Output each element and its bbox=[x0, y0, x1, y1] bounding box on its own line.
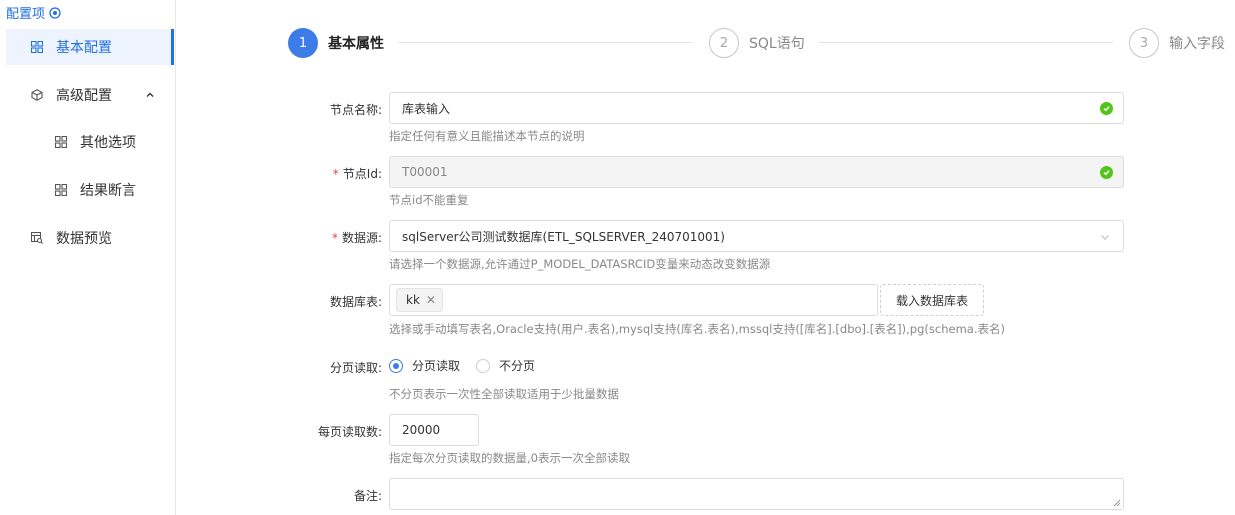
radio-label: 分页读取 bbox=[412, 359, 461, 373]
page-size-input[interactable]: 20000 bbox=[389, 414, 479, 446]
db-table-hint: 选择或手动填写表名,Oracle支持(用户.表名),mysql支持(库名.表名)… bbox=[389, 322, 1005, 336]
sidebar-item-label: 结果断言 bbox=[80, 183, 136, 199]
node-id-label: * 节点Id: bbox=[332, 167, 382, 181]
sidebar-item-label: 高级配置 bbox=[56, 88, 112, 104]
node-id-value: T00001 bbox=[402, 165, 448, 179]
check-icon bbox=[1100, 166, 1113, 179]
sidebar: 配置项 基本配置 高级配置 其他选项 结果断言 数据预览 bbox=[0, 0, 176, 515]
db-table-input[interactable]: kk ✕ bbox=[389, 284, 878, 316]
sidebar-item-other-options[interactable]: 其他选项 bbox=[6, 124, 174, 160]
load-tables-button[interactable]: 载入数据库表 bbox=[880, 284, 984, 316]
step-number: 3 bbox=[1129, 28, 1159, 58]
step-sql-statement[interactable]: 2 SQL语句 bbox=[709, 28, 805, 58]
table-tag-label: kk bbox=[406, 293, 420, 307]
sidebar-item-label: 数据预览 bbox=[56, 231, 112, 247]
grid-icon bbox=[54, 135, 68, 149]
check-icon bbox=[1100, 102, 1113, 115]
step-number: 1 bbox=[288, 28, 318, 58]
paging-label: 分页读取: bbox=[329, 361, 382, 375]
datasource-select[interactable]: sqlServer公司测试数据库(ETL_SQLSERVER_240701001… bbox=[389, 220, 1124, 252]
node-name-input[interactable]: 库表输入 bbox=[389, 92, 1124, 124]
chevron-down-icon bbox=[1101, 235, 1109, 240]
target-icon[interactable] bbox=[49, 6, 61, 19]
remark-label: 备注: bbox=[353, 489, 382, 503]
sidebar-title-label: 配置项 bbox=[6, 7, 46, 22]
grid-icon bbox=[54, 183, 68, 197]
table-search-icon bbox=[30, 231, 44, 245]
datasource-label: * 数据源: bbox=[331, 231, 382, 245]
sidebar-title: 配置项 bbox=[6, 3, 61, 22]
sidebar-item-basic-config[interactable]: 基本配置 bbox=[6, 29, 174, 65]
datasource-hint: 请选择一个数据源,允许通过P_MODEL_DATASRCID变量来动态改变数据源 bbox=[389, 257, 771, 271]
resize-handle-icon[interactable] bbox=[1113, 499, 1121, 507]
datasource-value: sqlServer公司测试数据库(ETL_SQLSERVER_240701001… bbox=[402, 229, 725, 244]
step-divider bbox=[398, 42, 692, 43]
sidebar-item-result-assert[interactable]: 结果断言 bbox=[6, 172, 174, 208]
radio-checked-icon bbox=[389, 358, 403, 373]
sidebar-item-label: 基本配置 bbox=[56, 40, 112, 56]
paging-radio-group: 分页读取 不分页 bbox=[389, 357, 551, 374]
chevron-up-icon[interactable] bbox=[144, 89, 156, 101]
sidebar-item-label: 其他选项 bbox=[80, 135, 136, 151]
stepper: 1 基本属性 2 SQL语句 3 输入字段 bbox=[288, 28, 1228, 60]
sidebar-item-advanced-config[interactable]: 高级配置 bbox=[6, 77, 174, 113]
page-size-value: 20000 bbox=[402, 423, 441, 437]
page-size-hint: 指定每次分页读取的数据量,0表示一次全部读取 bbox=[389, 451, 630, 465]
node-id-hint: 节点id不能重复 bbox=[389, 193, 469, 207]
node-id-input[interactable]: T00001 bbox=[389, 156, 1124, 188]
step-label: 输入字段 bbox=[1169, 36, 1225, 52]
step-input-fields[interactable]: 3 输入字段 bbox=[1129, 28, 1225, 58]
node-name-label: 节点名称: bbox=[329, 103, 382, 117]
required-mark: * bbox=[331, 231, 338, 245]
step-label: 基本属性 bbox=[328, 36, 384, 52]
close-icon[interactable]: ✕ bbox=[426, 293, 436, 307]
paging-off-radio[interactable]: 不分页 bbox=[476, 357, 535, 374]
radio-label: 不分页 bbox=[499, 359, 536, 373]
sidebar-item-data-preview[interactable]: 数据预览 bbox=[6, 220, 174, 256]
page-size-label: 每页读取数: bbox=[317, 425, 382, 439]
radio-unchecked-icon bbox=[476, 358, 491, 373]
node-name-hint: 指定任何有意义且能描述本节点的说明 bbox=[389, 129, 585, 143]
step-number: 2 bbox=[709, 28, 739, 58]
step-divider bbox=[819, 42, 1113, 43]
paging-on-radio[interactable]: 分页读取 bbox=[389, 357, 460, 374]
node-name-value: 库表输入 bbox=[402, 101, 451, 116]
step-label: SQL语句 bbox=[749, 36, 805, 52]
grid-icon bbox=[30, 40, 44, 54]
db-table-label: 数据库表: bbox=[329, 295, 382, 309]
paging-hint: 不分页表示一次性全部读取适用于少批量数据 bbox=[389, 387, 619, 401]
cube-icon bbox=[30, 88, 44, 102]
remark-textarea[interactable] bbox=[389, 478, 1124, 510]
required-mark: * bbox=[332, 167, 339, 181]
table-tag: kk ✕ bbox=[396, 288, 443, 312]
step-basic-properties[interactable]: 1 基本属性 bbox=[288, 28, 384, 58]
